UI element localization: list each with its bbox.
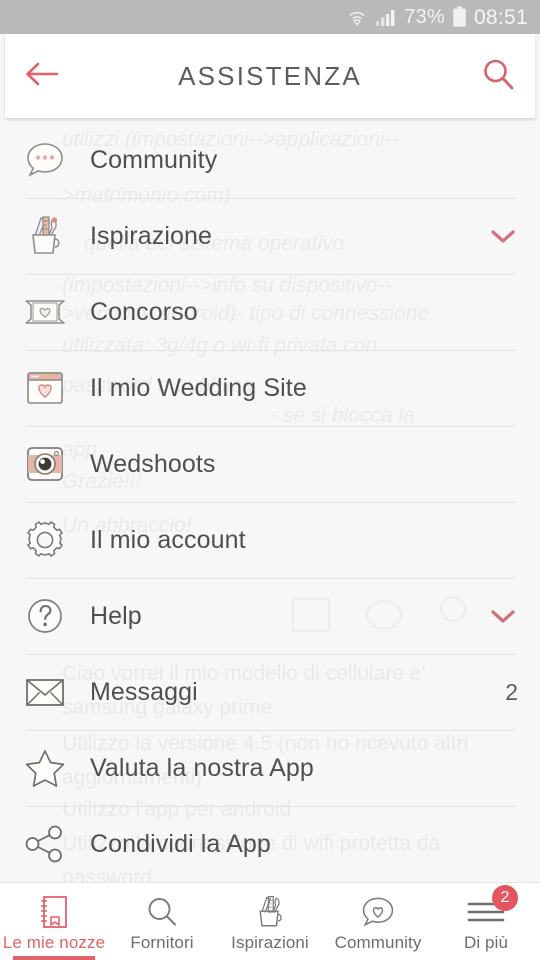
ticket-heart-icon — [22, 289, 68, 335]
app-screen: 73% 08:51 ASSISTENZA utilizzi (impostazi… — [0, 0, 540, 960]
status-bar: 73% 08:51 — [0, 0, 540, 34]
menu-item-account[interactable]: Il mio account — [0, 502, 540, 578]
nav-item-community[interactable]: Community — [324, 883, 432, 960]
support-menu-list: Community Ispirazione Concorso Il mio We… — [0, 122, 540, 882]
star-icon — [22, 745, 68, 791]
menu-item-label: Wedshoots — [90, 449, 216, 478]
nav-badge-count: 2 — [492, 885, 518, 911]
menu-item-label: Valuta la nostra App — [90, 753, 314, 782]
pencil-cup-icon — [253, 893, 287, 931]
signal-icon — [375, 7, 397, 27]
nav-label: Di più — [463, 932, 509, 952]
menu-item-label: Il mio account — [90, 525, 246, 554]
camera-icon — [22, 441, 68, 487]
back-button[interactable] — [5, 34, 79, 118]
menu-item-label: Messaggi — [90, 677, 198, 706]
search-icon — [145, 893, 179, 931]
menu-item-label: Help — [90, 601, 142, 630]
nav-item-fornitori[interactable]: Fornitori — [108, 883, 216, 960]
battery-icon — [452, 6, 467, 28]
battery-percent: 73% — [404, 6, 445, 28]
chat-bubble-icon — [22, 137, 68, 183]
menu-item-wedding-site[interactable]: Il mio Wedding Site — [0, 350, 540, 426]
nav-item-ispirazioni[interactable]: Ispirazioni — [216, 883, 324, 960]
menu-item-ispirazione[interactable]: Ispirazione — [0, 198, 540, 274]
envelope-icon — [22, 669, 68, 715]
menu-item-label: Ispirazione — [90, 221, 212, 250]
menu-item-concorso[interactable]: Concorso — [0, 274, 540, 350]
nav-item-di-piu[interactable]: Di più 2 — [432, 883, 540, 960]
page-title: ASSISTENZA — [178, 60, 362, 91]
search-icon — [481, 57, 515, 96]
app-header: ASSISTENZA — [5, 34, 535, 118]
menu-item-label: Community — [90, 145, 218, 174]
search-button[interactable] — [461, 34, 535, 118]
share-icon — [22, 821, 68, 867]
menu-item-rate-app[interactable]: Valuta la nostra App — [0, 730, 540, 806]
heart-bubble-icon — [360, 893, 396, 931]
nav-label: Fornitori — [130, 932, 194, 952]
menu-item-label: Il mio Wedding Site — [90, 373, 307, 402]
message-count: 2 — [505, 678, 518, 705]
nav-item-le-mie-nozze[interactable]: Le mie nozze — [0, 883, 108, 960]
nav-label: Le mie nozze — [2, 932, 106, 952]
menu-item-help[interactable]: Help — [0, 578, 540, 654]
menu-item-label: Concorso — [90, 297, 198, 326]
nav-active-indicator — [12, 956, 96, 960]
browser-heart-icon — [22, 365, 68, 411]
menu-item-community[interactable]: Community — [0, 122, 540, 198]
question-circle-icon — [22, 593, 68, 639]
menu-item-label: Condividi la App — [90, 829, 271, 858]
pencil-cup-icon — [22, 213, 68, 259]
notebook-icon — [37, 893, 71, 931]
status-clock: 08:51 — [473, 5, 528, 29]
menu-item-right: 2 — [505, 679, 518, 706]
menu-item-messaggi[interactable]: Messaggi 2 — [0, 654, 540, 730]
menu-item-right — [488, 226, 518, 246]
gear-icon — [22, 517, 68, 563]
back-arrow-icon — [23, 59, 61, 94]
menu-item-right — [488, 606, 518, 626]
wifi-icon — [346, 7, 368, 27]
menu-item-wedshoots[interactable]: Wedshoots — [0, 426, 540, 502]
nav-label: Ispirazioni — [231, 932, 309, 952]
chevron-down-icon[interactable] — [488, 226, 518, 246]
chevron-down-icon[interactable] — [488, 606, 518, 626]
bottom-navigation: Le mie nozze Fornitori Ispirazioni Commu… — [0, 882, 540, 960]
nav-label: Community — [334, 932, 422, 952]
menu-item-share-app[interactable]: Condividi la App — [0, 806, 540, 882]
